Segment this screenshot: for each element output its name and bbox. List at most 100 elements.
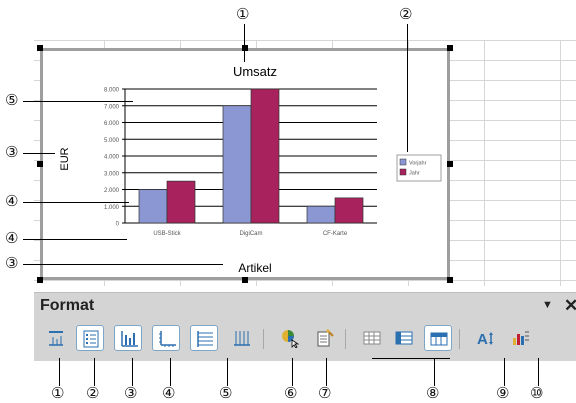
y-tick-label: 4.000: [104, 155, 120, 161]
callout-pointer: [23, 239, 127, 240]
y-tick-label: 6.000: [104, 121, 120, 127]
text-scale-icon: A: [477, 331, 493, 348]
toolbar-menu-icon[interactable]: ▼: [542, 299, 553, 311]
svg-text:A: A: [477, 331, 488, 348]
vertical-gridlines-icon: [234, 331, 250, 346]
sheet-gridline: [560, 40, 561, 286]
data-in-columns-icon: [430, 332, 448, 346]
callout-2-bottom: ②: [86, 384, 100, 402]
callout-3b-left: ③: [5, 254, 19, 272]
callout-pointer: [372, 358, 450, 359]
selection-handle[interactable]: [242, 277, 248, 283]
callout-6-bottom: ⑥: [284, 384, 298, 402]
data-in-rows-button[interactable]: [390, 325, 418, 351]
sheet-gridline: [34, 280, 576, 281]
chart-title-button[interactable]: [42, 325, 70, 351]
chart-type-icon: [282, 330, 300, 348]
data-in-columns-button[interactable]: [424, 325, 452, 351]
sheet-gridline: [34, 40, 576, 41]
axes-button[interactable]: [152, 325, 180, 351]
callout-9-bottom: ⑨: [496, 384, 510, 402]
callout-pointer: [504, 358, 505, 386]
legend-label: Jahr: [409, 171, 420, 177]
selection-handle[interactable]: [447, 45, 453, 51]
selection-handle[interactable]: [447, 277, 453, 283]
callout-10-bottom: ⑩: [530, 384, 544, 402]
data-table-button[interactable]: [358, 325, 386, 351]
format-toolbar: Format ▼ ✕ A: [34, 292, 576, 361]
x-tick-label: USB-Stick: [153, 231, 181, 237]
callout-2-top: ②: [399, 5, 413, 23]
y-tick-label: 5.000: [104, 138, 120, 144]
callout-3-bottom: ③: [124, 384, 138, 402]
default-format-icon: [513, 331, 529, 345]
callout-pointer: [23, 264, 223, 265]
chart-legend[interactable]: Vorjahr Jahr: [396, 154, 442, 182]
selection-handle[interactable]: [447, 161, 453, 167]
selection-handle[interactable]: [37, 161, 43, 167]
chart-svg: Umsatz EUR Artikel 8.000 7.000 6.000 5.000 4…: [59, 64, 442, 275]
x-axis-title[interactable]: Artikel: [238, 261, 271, 275]
y-tick-label: 2.000: [104, 188, 120, 194]
chart-type-button[interactable]: [276, 325, 304, 351]
data-in-rows-icon: [395, 331, 413, 345]
callout-5-bottom: ⑤: [219, 384, 233, 402]
chart-object[interactable]: Umsatz EUR Artikel 8.000 7.000 6.000 5.000 4…: [40, 48, 450, 280]
callout-pointer: [326, 358, 327, 386]
callout-pointer: [538, 358, 539, 386]
chart-title[interactable]: Umsatz: [233, 64, 277, 79]
legend-icon: [83, 330, 99, 348]
y-tick-label: 1.000: [104, 205, 120, 211]
vertical-gridlines-button[interactable]: [228, 325, 256, 351]
callout-pointer: [292, 358, 293, 386]
chart-title-icon: [49, 331, 63, 346]
selection-handle[interactable]: [37, 45, 43, 51]
callout-pointer: [132, 358, 133, 386]
toolbar-separator: [263, 329, 264, 349]
y-tick-label: 8.000: [104, 88, 120, 94]
default-format-button[interactable]: [506, 325, 534, 351]
callout-pointer: [94, 358, 95, 386]
bar: [222, 105, 252, 224]
autoformat-icon: [317, 329, 334, 347]
bar: [138, 189, 168, 224]
selection-handle[interactable]: [37, 277, 43, 283]
legend-label: Vorjahr: [409, 161, 427, 167]
horizontal-gridlines-button[interactable]: [190, 325, 218, 351]
axis-titles-button[interactable]: [114, 325, 142, 351]
x-tick-label: DigiCam: [239, 231, 262, 237]
callout-pointer: [407, 24, 408, 152]
autoformat-button[interactable]: [310, 325, 338, 351]
legend-button[interactable]: [76, 325, 104, 351]
toolbar-buttons: A: [38, 323, 576, 353]
callout-pointer: [227, 358, 228, 386]
y-axis-title[interactable]: EUR: [59, 147, 71, 170]
callout-pointer: [23, 202, 129, 203]
toolbar-title: Format: [40, 297, 95, 314]
callout-pointer: [434, 358, 435, 386]
toolbar-close-icon[interactable]: ✕: [564, 296, 576, 316]
toolbar-separator: [459, 329, 460, 349]
callout-3-left: ③: [5, 143, 19, 161]
bar: [334, 197, 364, 224]
x-tick-label: CF-Karte: [323, 231, 348, 237]
callout-4-bottom: ④: [162, 384, 176, 402]
sheet-gridline: [484, 40, 485, 286]
legend-swatch: [399, 168, 407, 176]
callout-pointer: [59, 358, 60, 386]
legend-swatch: [399, 158, 407, 166]
data-table-icon: [363, 331, 381, 345]
callout-pointer: [244, 24, 245, 62]
callout-8-bottom: ⑧: [426, 384, 440, 402]
text-scale-button[interactable]: A: [472, 325, 500, 351]
callout-pointer: [23, 153, 55, 154]
callout-4-left: ④: [5, 192, 19, 210]
selection-handle[interactable]: [242, 45, 248, 51]
axis-titles-icon: [121, 331, 138, 347]
bar: [250, 88, 280, 224]
horizontal-gridlines-icon: [197, 331, 213, 347]
callout-pointer: [23, 101, 133, 102]
callout-pointer: [170, 358, 171, 386]
bar: [306, 205, 336, 224]
callout-7-bottom: ⑦: [318, 384, 332, 402]
